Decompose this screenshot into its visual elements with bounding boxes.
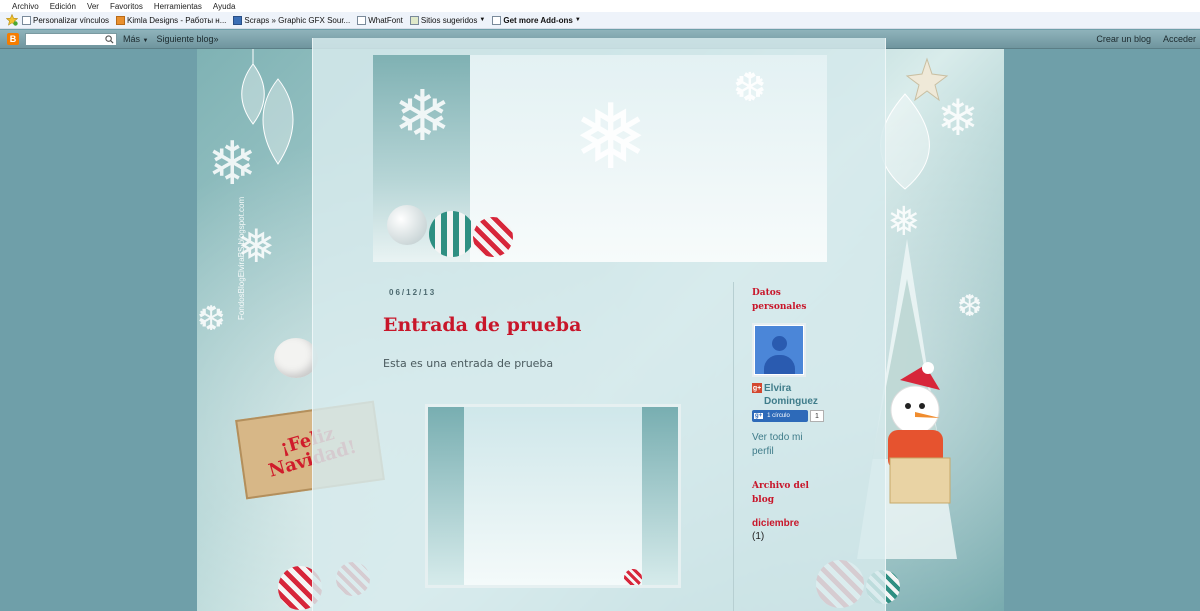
profile-widget-title: Datos personales [752,288,807,312]
page-icon [22,15,31,25]
view-profile-link[interactable]: Ver todo mi perfil [752,431,818,459]
archive-month-link[interactable]: diciembre [752,518,799,529]
profile-name-link[interactable]: Elvira Dominguez [764,382,824,408]
more-menu-button[interactable]: Más ▼ [123,34,148,44]
google-plus-icon: g+ [754,413,764,419]
blog-watermark-url: FondosBlogElviraBS.blogspot.com [237,196,246,320]
post-image-left-strip [428,407,464,585]
favorite-kimla-designs[interactable]: Kimla Designs - Работы н... [116,15,227,25]
silver-ornament-icon [387,205,427,245]
sidebar-divider [733,282,734,611]
create-blog-link[interactable]: Crear un blog [1096,34,1151,44]
menu-edicion[interactable]: Edición [50,2,76,11]
search-icon[interactable] [105,35,114,44]
circles-label: 1 círculo [767,413,790,419]
page-icon [357,15,367,25]
favorites-star-icon[interactable] [6,14,18,26]
snowflake-icon: ❆ [733,65,767,111]
blog-search-box [25,33,117,45]
chevron-down-icon: ▼ [574,17,581,23]
post-body-text: Esta es una entrada de prueba [383,357,554,370]
menu-bar: Archivo Edición Ver Favoritos Herramient… [0,0,1200,12]
menu-ver[interactable]: Ver [87,2,99,11]
google-plus-follow-button[interactable]: g+ 1 círculo [752,410,808,422]
circles-count: 1 [810,410,824,422]
red-ornament-icon [624,569,642,585]
post-title[interactable]: Entrada de prueba [383,314,581,336]
chevron-down-icon: ▼ [479,17,486,23]
avatar[interactable] [752,323,806,377]
red-ornament-icon [473,217,513,257]
post-image-right-strip [642,407,678,585]
archive-widget-title: Archivo del blog [752,481,809,505]
glass-ornament-icon [241,49,294,165]
favorite-personalizar-vinculos[interactable]: Personalizar vínculos [22,15,110,25]
menu-herramientas[interactable]: Herramientas [154,2,202,11]
menu-favoritos[interactable]: Favoritos [110,2,143,11]
favorite-label: Sitios sugeridos [420,15,478,25]
favorite-label: Personalizar vínculos [33,15,110,25]
page-icon [233,15,243,25]
favorite-label: Kimla Designs - Работы н... [127,15,227,25]
post-date: 06/12/13 [389,288,437,297]
next-blog-link[interactable]: Siguiente blog» [156,34,218,44]
page-icon [492,15,502,25]
favorite-get-more-addons[interactable]: Get more Add-ons ▼ [492,15,581,25]
blogger-logo-icon[interactable]: B [7,33,19,45]
blog-header-image[interactable]: ❄ ❅ ❆ [373,55,827,262]
snowflake-icon: ❄ [393,75,452,157]
green-ornament-icon [429,211,475,257]
favorite-label: WhatFont [368,15,403,25]
favorite-label: Get more Add-ons [503,15,573,25]
chevron-down-icon: ▼ [142,38,149,44]
archive-count: (1) [752,531,765,542]
snowflake-icon: ❅ [573,85,649,190]
favorite-whatfont[interactable]: WhatFont [357,15,403,25]
favorites-bar: Personalizar vínculos Kimla Designs - Ра… [0,12,1200,29]
navbar-right-links: Crear un blog Acceder [1096,34,1200,44]
menu-ayuda[interactable]: Ayuda [213,2,236,11]
menu-archivo[interactable]: Archivo [12,2,39,11]
favorite-sitios-sugeridos[interactable]: Sitios sugeridos ▼ [409,15,486,25]
google-plus-icon: g+ [752,383,762,393]
snowflake-icon: ❆ [197,299,226,339]
sign-in-link[interactable]: Acceder [1163,34,1196,44]
page-icon [116,15,126,25]
blog-search-input[interactable] [26,34,116,45]
post-image[interactable] [425,404,681,588]
favorite-label: Scraps » Graphic GFX Sour... [244,15,351,25]
page-icon [409,15,419,25]
favorite-scraps[interactable]: Scraps » Graphic GFX Sour... [233,15,351,25]
default-user-icon [755,326,803,374]
